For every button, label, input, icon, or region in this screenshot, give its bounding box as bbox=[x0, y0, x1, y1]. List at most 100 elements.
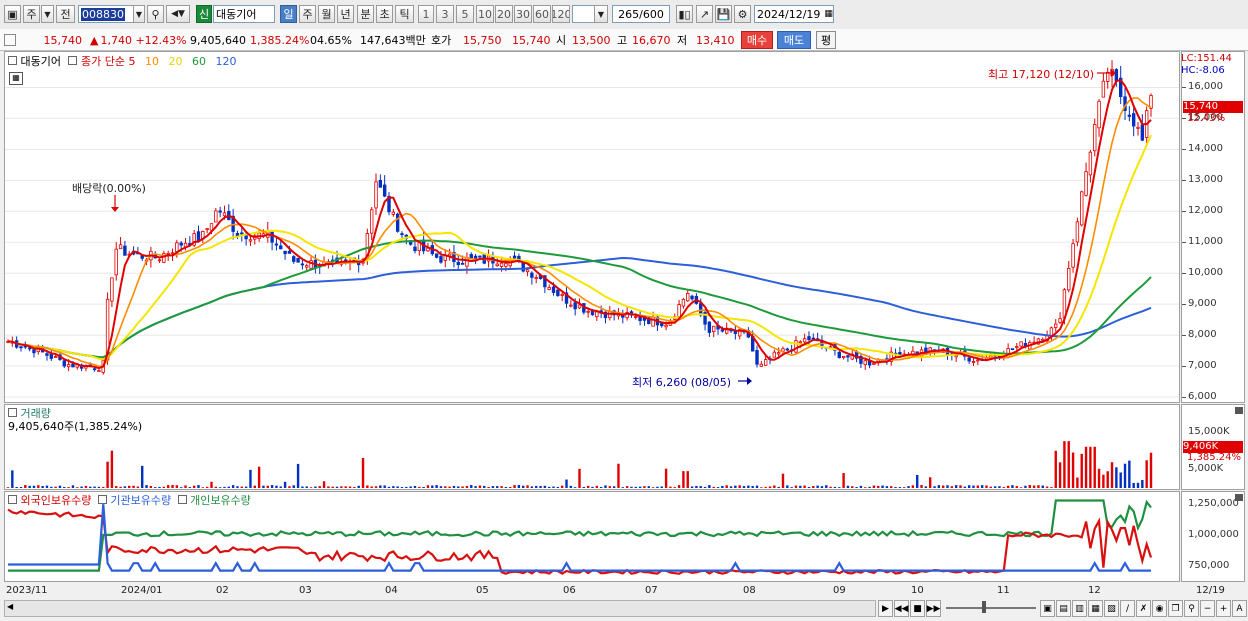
interval-1[interactable]: 1 bbox=[418, 5, 434, 23]
code-dropdown-icon[interactable]: ▼ bbox=[133, 5, 145, 23]
period-month[interactable]: 월 bbox=[318, 5, 335, 23]
price-tick-label: 16,000 bbox=[1188, 81, 1223, 93]
holdings-panel-close-icon[interactable] bbox=[1235, 494, 1243, 501]
compare-icon[interactable]: ▥ bbox=[1072, 600, 1087, 617]
volume-bar bbox=[439, 486, 443, 488]
period-year[interactable]: 년 bbox=[337, 5, 354, 23]
zoom-slider-handle[interactable] bbox=[982, 601, 986, 613]
window-menu-icon[interactable]: ▣ bbox=[4, 5, 21, 23]
gear-icon[interactable]: ⚙ bbox=[734, 5, 751, 23]
zoom-in-icon[interactable]: + bbox=[1216, 600, 1231, 617]
chart-scrollbar[interactable]: ◀ bbox=[4, 600, 876, 617]
market-select[interactable]: 주 bbox=[23, 5, 40, 23]
volume-bar bbox=[660, 486, 663, 488]
line-tool-icon[interactable]: ∕ bbox=[1120, 600, 1135, 617]
candle-body bbox=[305, 265, 309, 268]
view-select[interactable]: 전 bbox=[56, 5, 75, 23]
interval-20[interactable]: 20 bbox=[495, 5, 513, 23]
candle-body bbox=[1084, 171, 1088, 196]
volume-bar bbox=[825, 485, 828, 488]
interval-30[interactable]: 30 bbox=[514, 5, 532, 23]
interval-dropdown-icon[interactable]: ▼ bbox=[594, 5, 608, 23]
period-minute[interactable]: 분 bbox=[357, 5, 374, 23]
volume-chart[interactable] bbox=[5, 405, 1179, 489]
split-icon[interactable]: ▤ bbox=[1056, 600, 1071, 617]
interval-60[interactable]: 60 bbox=[533, 5, 551, 23]
zoom-out-icon[interactable]: − bbox=[1200, 600, 1215, 617]
zoom-slider[interactable] bbox=[946, 607, 1036, 609]
volume-bar bbox=[1076, 477, 1079, 488]
volume-bar bbox=[340, 486, 343, 488]
fit-icon[interactable]: ▧ bbox=[1104, 600, 1119, 617]
volume-bar bbox=[664, 468, 668, 488]
interval-3[interactable]: 3 bbox=[436, 5, 454, 23]
holdings-tick-label: 1,250,000 bbox=[1188, 498, 1239, 510]
high-price: 16,670 bbox=[632, 32, 671, 48]
layout-icon[interactable]: ▣ bbox=[1040, 600, 1055, 617]
draw-tool-icon[interactable]: ↗ bbox=[696, 5, 713, 23]
stock-code-input[interactable]: 008830 bbox=[78, 5, 134, 23]
period-tick[interactable]: 틱 bbox=[395, 5, 414, 23]
grid-icon[interactable]: ▦ bbox=[1088, 600, 1103, 617]
market-dropdown-icon[interactable]: ▼ bbox=[41, 5, 54, 23]
scroll-left-icon[interactable]: ◀ bbox=[7, 602, 17, 615]
save-icon[interactable]: 💾 bbox=[715, 5, 732, 23]
auto-scale-icon[interactable]: A bbox=[1232, 600, 1247, 617]
sell-button[interactable]: 매도 bbox=[777, 31, 811, 49]
volume-bar bbox=[699, 486, 702, 488]
search-icon[interactable]: ⚲ bbox=[147, 5, 164, 23]
volume-bar bbox=[595, 485, 599, 488]
interval-5[interactable]: 5 bbox=[456, 5, 474, 23]
candle-body bbox=[196, 231, 201, 241]
candle-body bbox=[512, 255, 517, 259]
holdings-legend: 외국인보유수량 기관보유수량 개인보유수량 bbox=[8, 492, 251, 508]
volume-bar bbox=[721, 485, 724, 488]
nav-last-icon[interactable]: ▶▶ bbox=[926, 600, 941, 617]
copy-icon[interactable]: ❐ bbox=[1168, 600, 1183, 617]
lc-label: LC:151.44 bbox=[1181, 53, 1232, 64]
interval-120[interactable]: 120 bbox=[552, 5, 570, 23]
stock-name-field[interactable]: 대동기어 bbox=[213, 5, 275, 23]
scroll-right-icon[interactable]: ▶ bbox=[878, 600, 893, 617]
volume-bar bbox=[405, 486, 408, 488]
candle-body bbox=[785, 348, 790, 351]
candle-type-icon[interactable]: ▮▯ bbox=[676, 5, 693, 23]
grid-table-icon[interactable]: ▦ bbox=[9, 72, 23, 85]
volume-bar bbox=[894, 487, 897, 488]
expand-icon[interactable] bbox=[4, 34, 16, 46]
price-chart[interactable] bbox=[5, 52, 1179, 402]
volume-panel-close-icon[interactable] bbox=[1235, 407, 1243, 414]
candle-body bbox=[560, 293, 564, 296]
zoom-search-icon[interactable]: ⚲ bbox=[1184, 600, 1199, 617]
price-tick-mark bbox=[1182, 335, 1186, 337]
period-week[interactable]: 주 bbox=[299, 5, 316, 23]
speaker-icon[interactable]: ◀▼ bbox=[166, 5, 190, 23]
candle-body bbox=[841, 356, 846, 359]
period-day[interactable]: 일 bbox=[280, 5, 297, 23]
volume-panel[interactable] bbox=[4, 404, 1180, 490]
volume-bar bbox=[877, 485, 880, 488]
price-panel[interactable] bbox=[4, 51, 1180, 403]
count-field[interactable]: 265/600 bbox=[612, 5, 670, 23]
volume-bar bbox=[989, 486, 993, 488]
volume-bar bbox=[565, 479, 568, 488]
candle-body bbox=[1101, 80, 1106, 98]
calendar-icon[interactable]: ▦ bbox=[824, 9, 833, 19]
volume-bar bbox=[539, 486, 542, 488]
interval-10[interactable]: 10 bbox=[476, 5, 494, 23]
date-input[interactable]: 2024/12/19 ▦ bbox=[754, 5, 834, 23]
erase-icon[interactable]: ✗ bbox=[1136, 600, 1151, 617]
volume-bar bbox=[682, 471, 685, 488]
candle-body bbox=[53, 356, 58, 358]
volume-bar bbox=[755, 485, 759, 488]
lock-icon[interactable]: ◉ bbox=[1152, 600, 1167, 617]
period-second[interactable]: 초 bbox=[376, 5, 393, 23]
interval-3-label: 3 bbox=[441, 7, 449, 21]
volume-bar bbox=[1045, 486, 1049, 488]
eval-button[interactable]: 평 bbox=[816, 31, 836, 49]
volume-bar bbox=[288, 486, 291, 488]
nav-stop-icon[interactable]: ■ bbox=[910, 600, 925, 617]
buy-button[interactable]: 매수 bbox=[741, 31, 773, 49]
nav-first-icon[interactable]: ◀◀ bbox=[894, 600, 909, 617]
candle-body bbox=[586, 310, 590, 313]
